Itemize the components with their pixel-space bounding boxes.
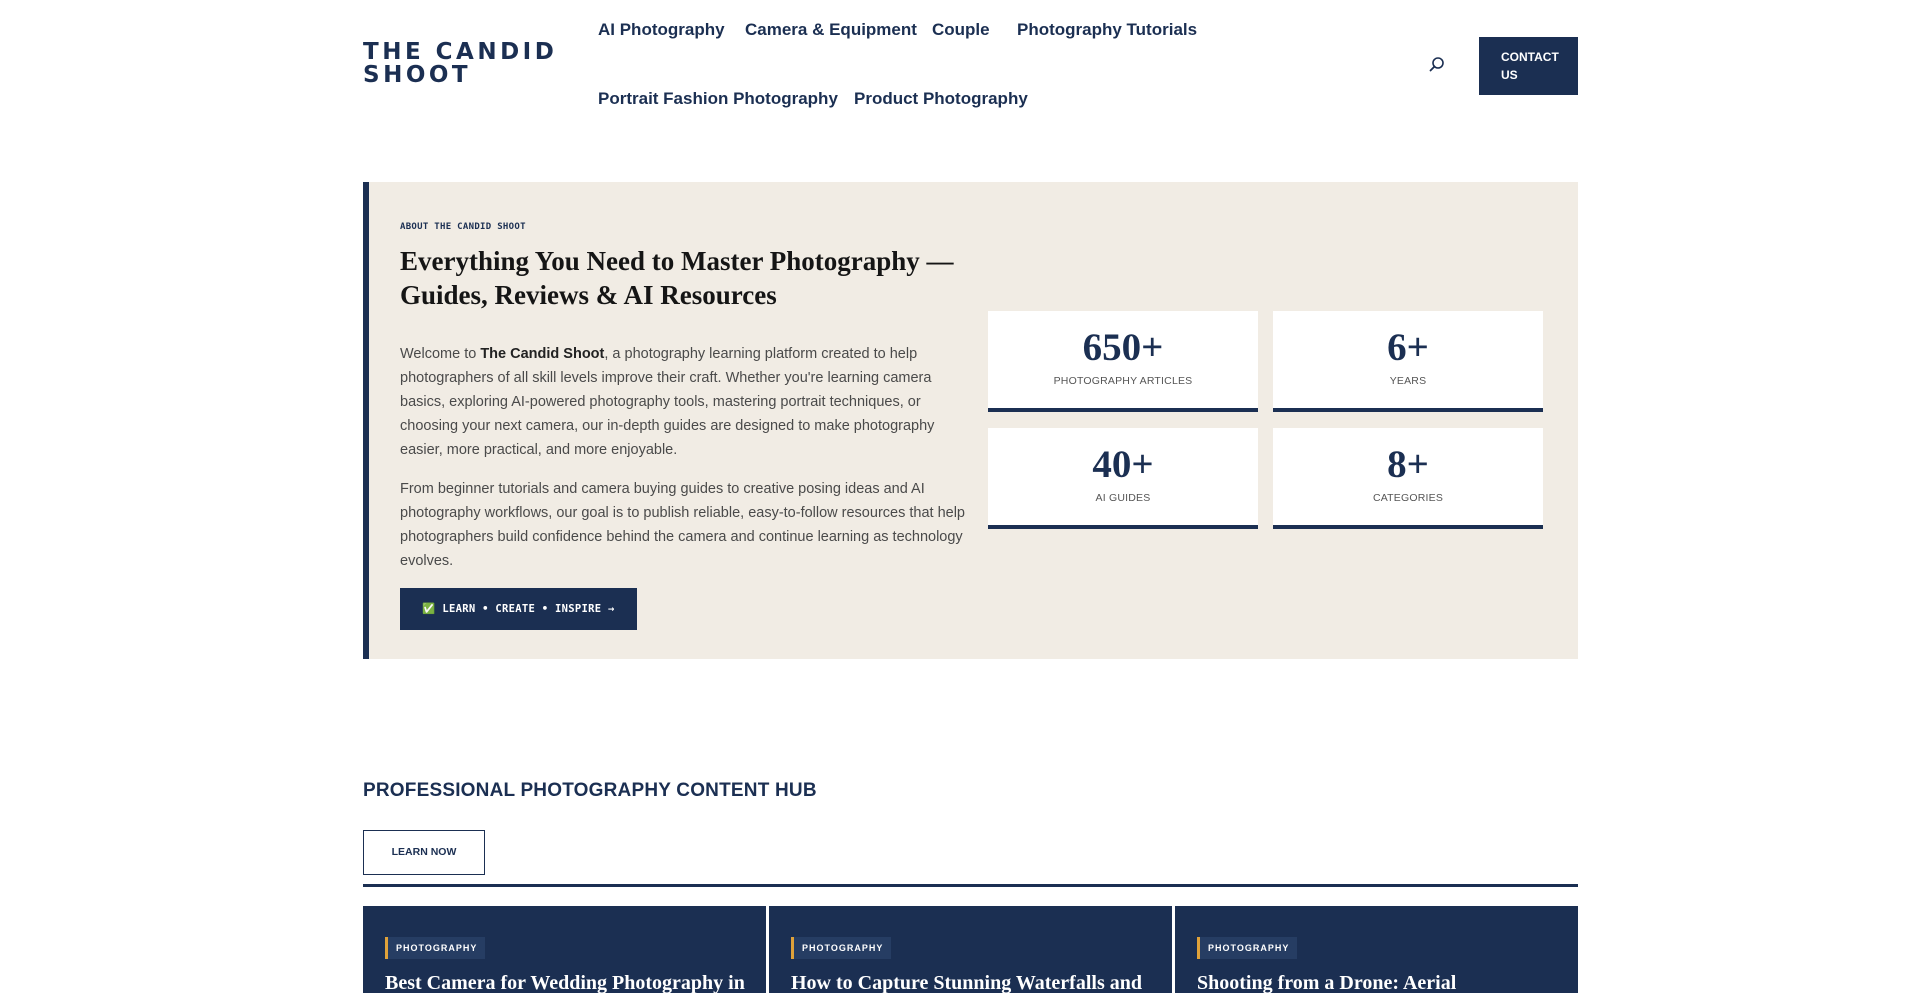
about-p1-prefix: Welcome to <box>400 346 481 362</box>
stat-card-years: 6+ YEARS <box>1273 311 1543 412</box>
stat-value: 650+ <box>1082 326 1164 369</box>
stat-value: 40+ <box>1092 443 1154 486</box>
about-paragraph-1: Welcome to The Candid Shoot, a photograp… <box>400 342 970 462</box>
learn-create-inspire-button[interactable]: ✅ LEARN • CREATE • INSPIRE → <box>400 588 637 630</box>
site-header: THE CANDID SHOOT AI Photography Camera &… <box>0 0 1920 150</box>
stat-label: AI GUIDES <box>1095 492 1151 504</box>
stat-card-articles: 650+ PHOTOGRAPHY ARTICLES <box>988 311 1258 412</box>
site-logo[interactable]: THE CANDID SHOOT <box>363 41 573 87</box>
section-divider <box>363 884 1578 887</box>
about-section: ABOUT THE CANDID SHOOT Everything You Ne… <box>363 182 1578 659</box>
category-badge[interactable]: PHOTOGRAPHY <box>791 937 892 959</box>
article-card[interactable]: PHOTOGRAPHY Best Camera for Wedding Phot… <box>363 906 766 993</box>
category-badge[interactable]: PHOTOGRAPHY <box>1197 937 1298 959</box>
about-p1-suffix: , a photography learning platform create… <box>400 346 935 458</box>
stat-label: PHOTOGRAPHY ARTICLES <box>1053 375 1193 387</box>
nav-item-ai-photography[interactable]: AI Photography <box>598 20 725 40</box>
stat-label: CATEGORIES <box>1372 492 1444 504</box>
stat-value: 8+ <box>1387 443 1429 486</box>
about-paragraph-2: From beginner tutorials and camera buyin… <box>400 481 965 569</box>
nav-item-portrait-fashion[interactable]: Portrait Fashion Photography <box>598 89 838 109</box>
content-hub-title: PROFESSIONAL PHOTOGRAPHY CONTENT HUB <box>363 780 817 801</box>
nav-item-product-photography[interactable]: Product Photography <box>854 89 1028 109</box>
category-badge[interactable]: PHOTOGRAPHY <box>385 937 486 959</box>
learn-now-button[interactable]: LEARN NOW <box>363 830 485 875</box>
search-icon <box>1429 57 1444 72</box>
stat-value: 6+ <box>1387 326 1429 369</box>
article-title[interactable]: Shooting from a Drone: Aerial Photograph… <box>1197 970 1557 993</box>
contact-us-button[interactable]: CONTACT US <box>1479 37 1578 95</box>
stat-card-ai-guides: 40+ AI GUIDES <box>988 428 1258 529</box>
stat-card-categories: 8+ CATEGORIES <box>1273 428 1543 529</box>
stat-label: YEARS <box>1389 375 1427 387</box>
article-card[interactable]: PHOTOGRAPHY Shooting from a Drone: Aeria… <box>1175 906 1578 993</box>
about-eyebrow: ABOUT THE CANDID SHOOT <box>400 222 526 232</box>
article-title[interactable]: How to Capture Stunning Waterfalls and N… <box>791 970 1151 993</box>
article-card[interactable]: PHOTOGRAPHY How to Capture Stunning Wate… <box>769 906 1172 993</box>
about-title: Everything You Need to Master Photograph… <box>400 246 954 310</box>
search-button[interactable] <box>1427 55 1447 75</box>
nav-item-couple[interactable]: Couple <box>932 20 990 40</box>
article-title[interactable]: Best Camera for Wedding Photography in 2… <box>385 970 745 993</box>
nav-item-photography-tutorials[interactable]: Photography Tutorials <box>1017 20 1197 40</box>
nav-item-camera-equipment[interactable]: Camera & Equipment <box>745 20 917 40</box>
about-p1-brand: The Candid Shoot <box>480 346 605 362</box>
